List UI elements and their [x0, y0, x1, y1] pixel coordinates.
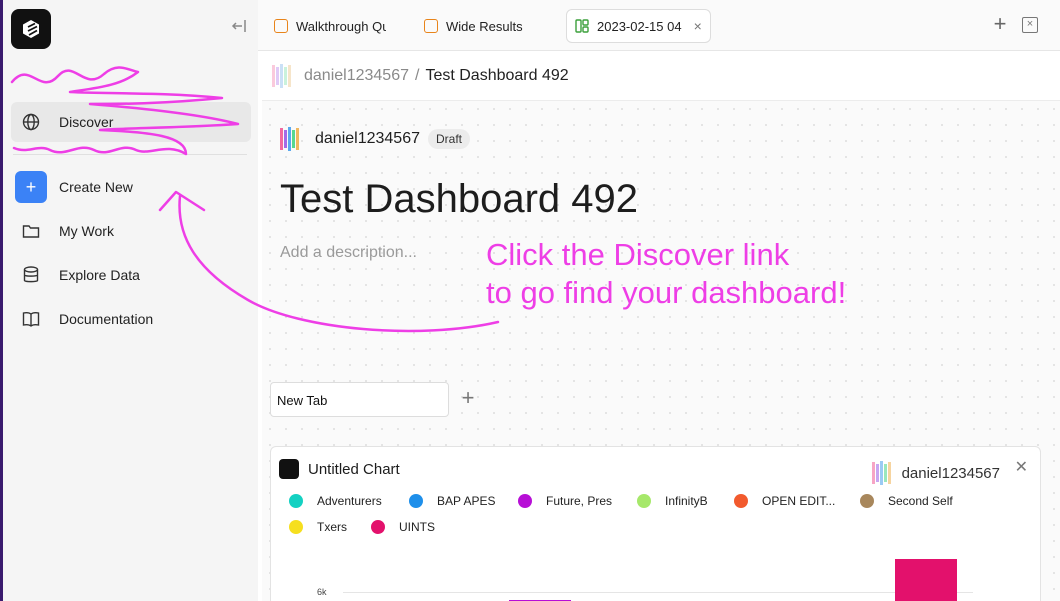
- legend-item[interactable]: Future, Pres: [518, 494, 612, 508]
- legend-dot: [289, 494, 303, 508]
- legend-label: Second Self: [888, 494, 953, 508]
- folder-icon: [15, 215, 47, 247]
- sidebar-item-label: My Work: [59, 223, 114, 239]
- legend-dot: [860, 494, 874, 508]
- chart-owner: daniel1234567: [868, 459, 1000, 487]
- legend-label: OPEN EDIT...: [762, 494, 836, 508]
- dashboard-owner: daniel1234567 Draft: [276, 125, 471, 153]
- sidebar-item-discover[interactable]: Discover: [11, 102, 251, 142]
- close-chart-icon[interactable]: ✕: [1015, 457, 1028, 477]
- chart-gridline: [343, 592, 973, 593]
- breadcrumb-title: Test Dashboard 492: [425, 66, 569, 84]
- avatar: [280, 127, 299, 151]
- legend-dot: [518, 494, 532, 508]
- sidebar-item-my-work[interactable]: My Work: [11, 211, 251, 251]
- avatar: [871, 461, 891, 485]
- legend-item[interactable]: UINTS: [371, 520, 435, 534]
- chart-owner-name[interactable]: daniel1234567: [902, 465, 1000, 482]
- tab-wide-results[interactable]: Wide Results: [424, 9, 544, 43]
- page-title[interactable]: Test Dashboard 492: [280, 177, 638, 222]
- status-badge: Draft: [428, 129, 471, 149]
- tab-dashboard[interactable]: 2023-02-15 04 ×: [566, 9, 711, 43]
- chart-logo-icon: [279, 459, 299, 479]
- avatar: [272, 63, 291, 88]
- query-icon: [424, 19, 438, 33]
- chart-card: Untitled Chart daniel1234567 ✕ Adventure…: [270, 446, 1041, 601]
- legend-item[interactable]: OPEN EDIT...: [734, 494, 835, 508]
- dashboard-tab-new-tab[interactable]: New Tab: [270, 382, 449, 417]
- sidebar: Discover + Create New My Work Explore Da…: [0, 0, 258, 601]
- annotation-text: Click the Discover link to go find your …: [486, 236, 846, 312]
- sidebar-item-create-new[interactable]: + Create New: [11, 167, 251, 207]
- legend-dot: [289, 520, 303, 534]
- book-icon: [15, 303, 47, 335]
- close-all-tabs-icon[interactable]: ×: [1022, 17, 1038, 33]
- dashboard-canvas: daniel1234567 Draft Test Dashboard 492 A…: [262, 101, 1060, 601]
- breadcrumb-user[interactable]: daniel1234567: [304, 67, 409, 85]
- y-axis-tick: 6k: [317, 587, 327, 597]
- annotation-line-1: Click the Discover link: [486, 237, 790, 272]
- chart-title[interactable]: Untitled Chart: [308, 461, 400, 478]
- chart-header: Untitled Chart: [279, 459, 400, 479]
- legend-label: Future, Pres: [546, 494, 613, 508]
- tab-label: Walkthrough Qu: [296, 18, 386, 34]
- sidebar-divider: [13, 154, 247, 155]
- legend-label: InfinityB: [665, 494, 708, 508]
- sidebar-item-documentation[interactable]: Documentation: [11, 299, 251, 339]
- legend-item[interactable]: InfinityB: [637, 494, 708, 508]
- tab-label: 2023-02-15 04: [597, 18, 682, 34]
- legend-item[interactable]: Second Self: [860, 494, 953, 508]
- legend-item[interactable]: Txers: [289, 520, 347, 534]
- add-dashboard-tab-icon[interactable]: +: [458, 387, 478, 409]
- tab-walkthrough[interactable]: Walkthrough Qu: [274, 9, 386, 43]
- breadcrumb-separator: /: [415, 66, 420, 84]
- legend-item[interactable]: Adventurers: [289, 494, 382, 508]
- sidebar-item-label: Discover: [59, 114, 114, 130]
- breadcrumb: daniel1234567 / Test Dashboard 492: [262, 51, 1060, 101]
- tab-label: Wide Results: [446, 18, 523, 34]
- dashboard-icon: [575, 19, 589, 33]
- sidebar-item-label: Create New: [59, 179, 133, 195]
- chart-bar: [895, 559, 957, 601]
- globe-icon: [15, 106, 47, 138]
- sidebar-item-label: Documentation: [59, 311, 154, 327]
- app-logo[interactable]: [11, 9, 51, 49]
- legend-dot: [637, 494, 651, 508]
- tab-bar: Walkthrough Qu Wide Results 2023-02-15 0…: [258, 0, 1060, 51]
- legend-dot: [371, 520, 385, 534]
- legend-label: Txers: [317, 520, 347, 534]
- close-tab-icon[interactable]: ×: [694, 18, 702, 34]
- legend-dot: [409, 494, 423, 508]
- query-icon: [274, 19, 288, 33]
- sidebar-item-label: Explore Data: [59, 267, 140, 283]
- annotation-line-2: to go find your dashboard!: [486, 275, 847, 310]
- legend-label: UINTS: [399, 520, 435, 534]
- legend-label: Adventurers: [317, 494, 382, 508]
- legend-dot: [734, 494, 748, 508]
- plus-icon: +: [15, 171, 47, 203]
- sidebar-item-explore-data[interactable]: Explore Data: [11, 255, 251, 295]
- database-icon: [15, 259, 47, 291]
- new-tab-icon[interactable]: +: [990, 13, 1010, 35]
- owner-name[interactable]: daniel1234567: [315, 130, 420, 148]
- description-field[interactable]: Add a description...: [280, 244, 417, 262]
- legend-item[interactable]: BAP APES: [409, 494, 495, 508]
- legend-label: BAP APES: [437, 494, 496, 508]
- collapse-sidebar-icon[interactable]: [231, 18, 251, 36]
- logo-icon: [23, 20, 39, 38]
